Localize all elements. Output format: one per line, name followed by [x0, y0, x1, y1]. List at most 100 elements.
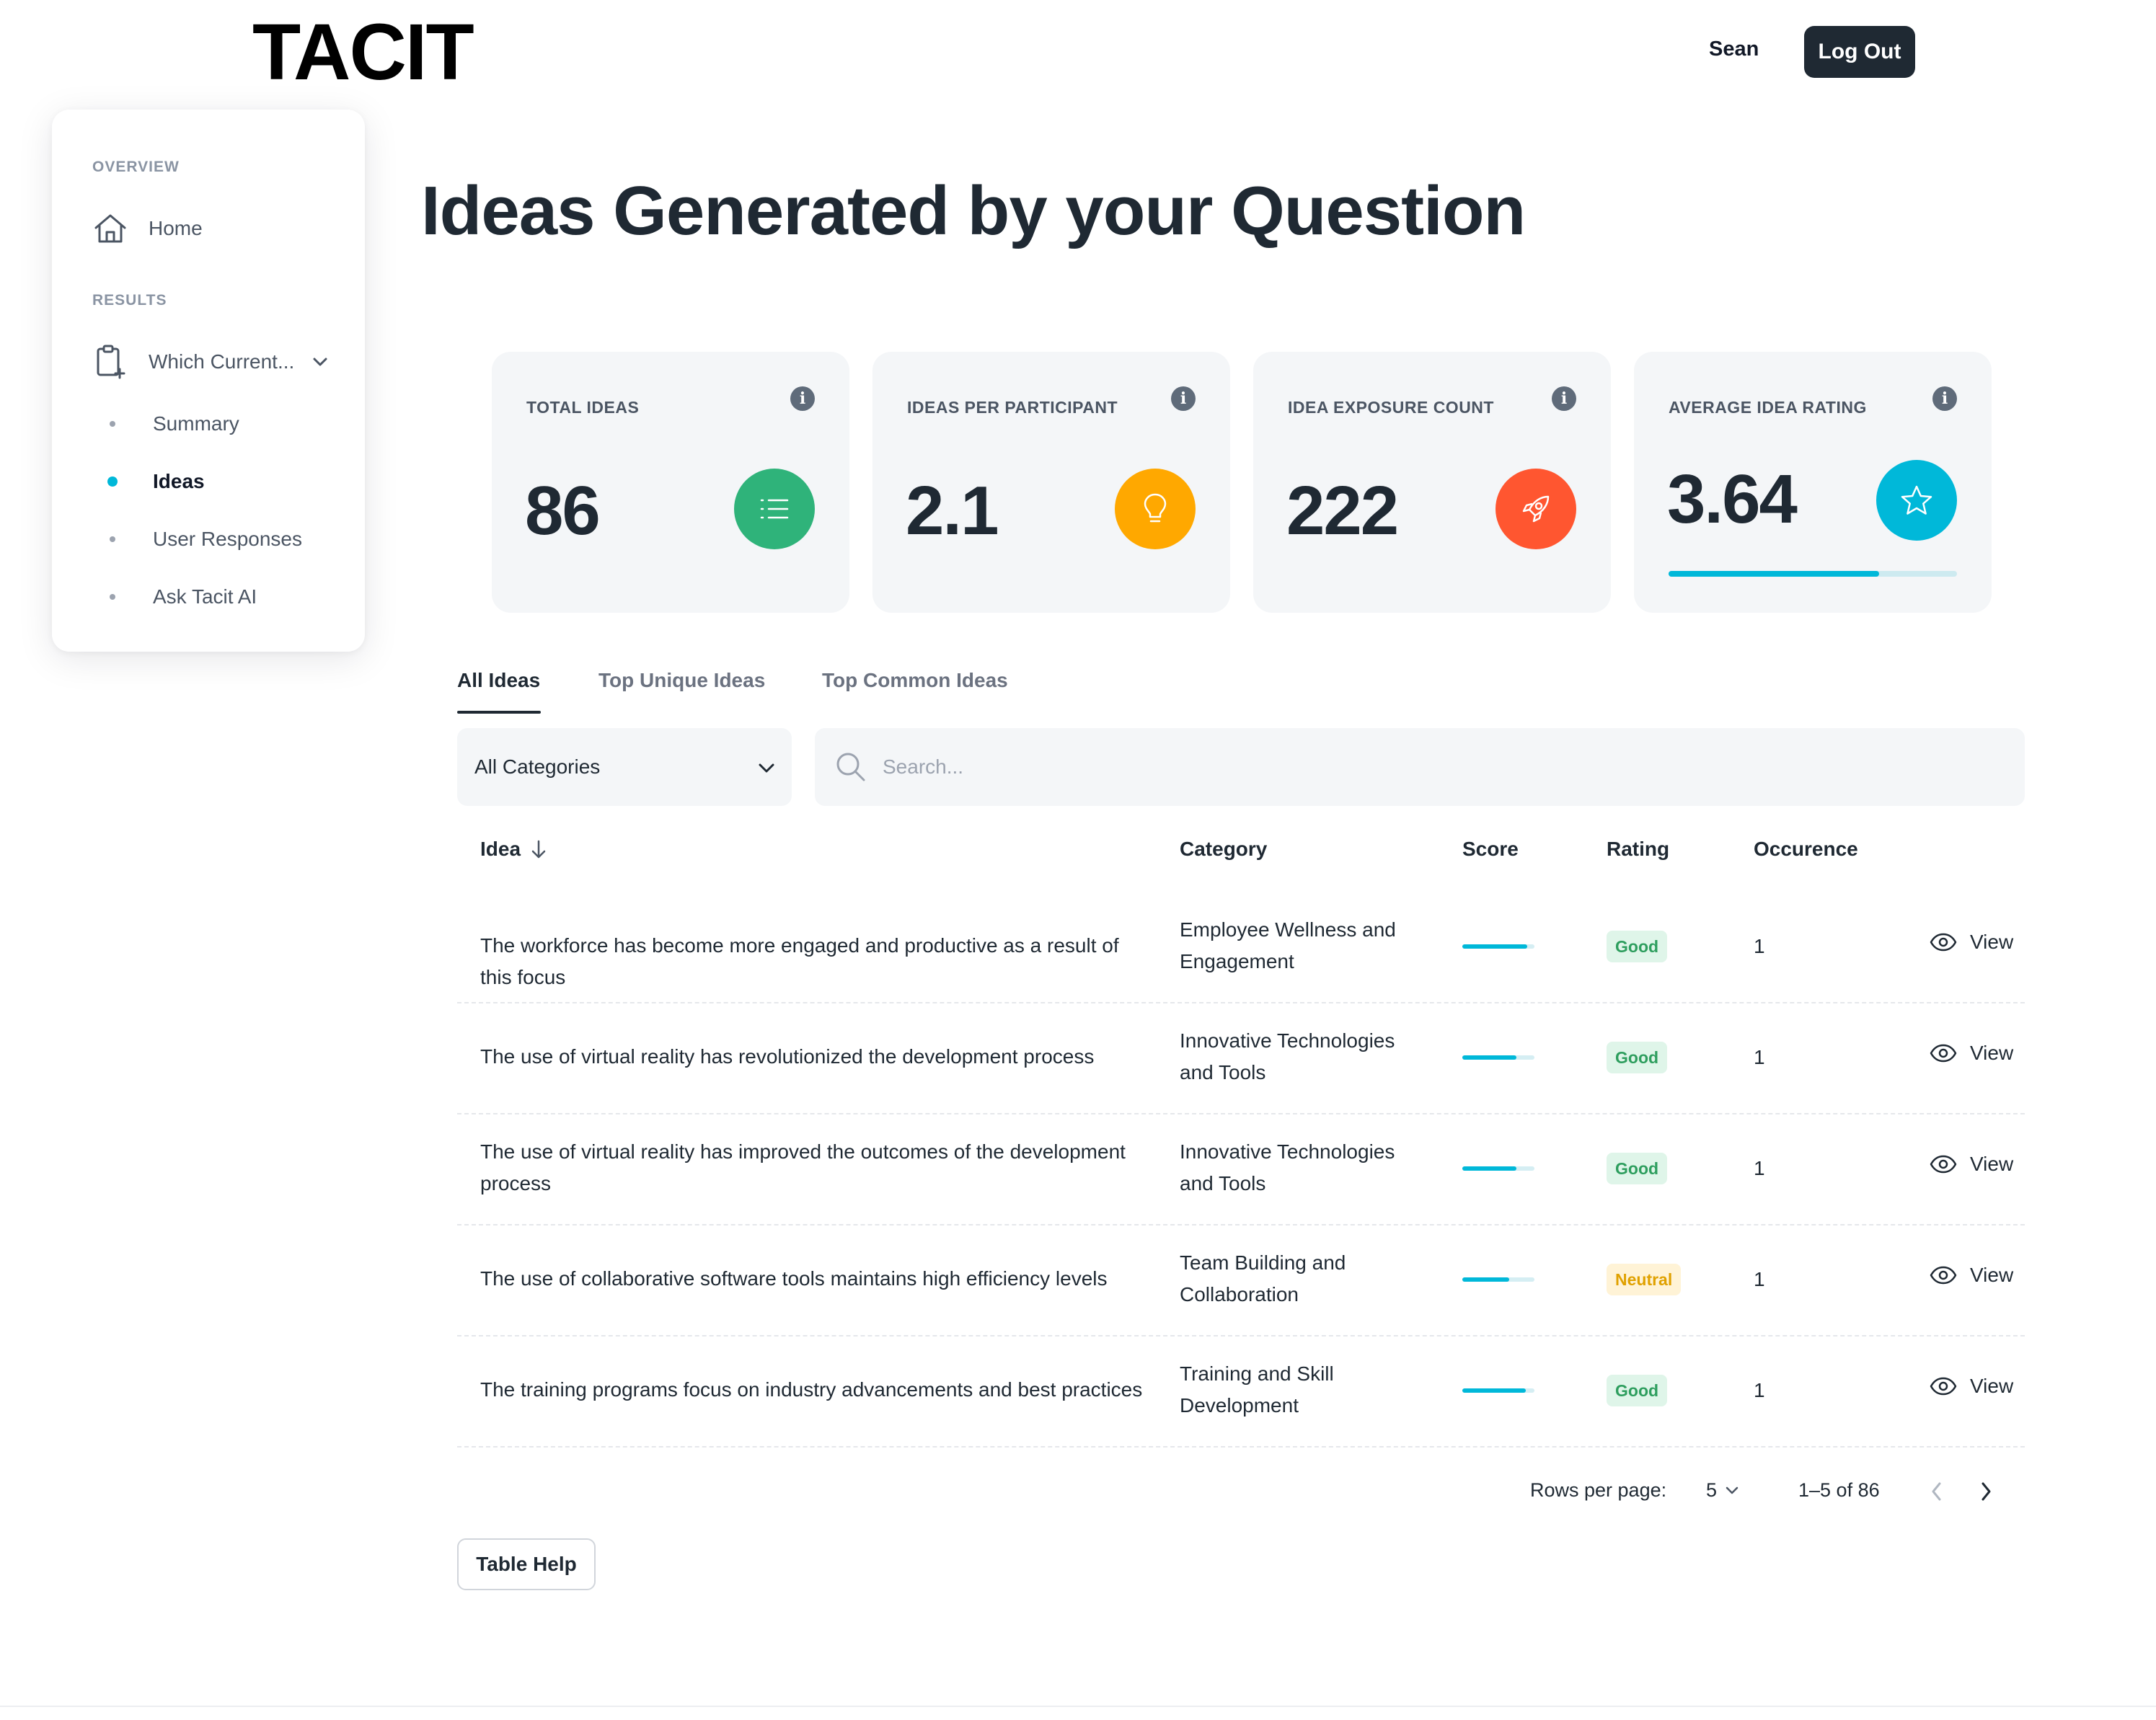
rating-badge: Neutral	[1607, 1264, 1682, 1295]
page-title: Ideas Generated by your Question	[421, 172, 1526, 249]
table-row: The training programs focus on industry …	[457, 1336, 2025, 1448]
info-icon[interactable]: i	[1552, 386, 1576, 411]
category-text: Innovative Technologies and Tools	[1180, 1029, 1395, 1083]
user-name: Sean	[1709, 37, 1759, 61]
tab-top-common-ideas[interactable]: Top Common Ideas	[822, 669, 1008, 692]
rating-progress-bar	[1669, 571, 1957, 577]
active-tab-indicator	[457, 711, 541, 714]
list-icon	[734, 469, 815, 549]
bullet-icon	[110, 421, 115, 427]
idea-text: The workforce has become more engaged an…	[480, 934, 1119, 988]
eye-icon	[1930, 1044, 1957, 1063]
sidebar-item-user-responses[interactable]: User Responses	[110, 528, 302, 551]
sidebar-item-label: Ask Tacit AI	[153, 585, 257, 608]
score-fill	[1462, 1388, 1526, 1393]
table-row: The use of collaborative software tools …	[457, 1225, 2025, 1336]
sidebar-item-label: Ideas	[153, 470, 205, 492]
occurrence-value: 1	[1754, 1046, 1765, 1068]
occurrence-value: 1	[1754, 1157, 1765, 1179]
chevron-down-icon	[1726, 1486, 1739, 1495]
rating-badge: Good	[1607, 1153, 1668, 1184]
view-button[interactable]: View	[1930, 1264, 2013, 1287]
score-bar	[1462, 1166, 1534, 1171]
search-bar[interactable]	[815, 728, 2025, 806]
view-label: View	[1970, 931, 2014, 953]
eye-icon	[1930, 933, 1957, 952]
rating-badge: Good	[1607, 1042, 1668, 1073]
score-bar	[1462, 1055, 1534, 1060]
stat-value: 86	[525, 472, 601, 549]
view-label: View	[1970, 1375, 2014, 1397]
category-select[interactable]: All Categories	[457, 728, 792, 806]
clipboard-icon	[92, 344, 128, 380]
stat-card-total-ideas: TOTAL IDEAS i 86	[492, 352, 849, 613]
table-row: The use of virtual reality has revolutio…	[457, 1003, 2025, 1114]
arrow-down-icon	[531, 839, 547, 859]
column-header-idea[interactable]: Idea	[480, 838, 547, 861]
view-label: View	[1970, 1042, 2014, 1064]
rows-per-page-label: Rows per page:	[1530, 1479, 1667, 1501]
chevron-left-icon	[1932, 1482, 1941, 1501]
table-help-button[interactable]: Table Help	[457, 1538, 596, 1590]
eye-icon	[1930, 1155, 1957, 1174]
sidebar-item-ask-tacit-ai[interactable]: Ask Tacit AI	[110, 585, 257, 608]
search-icon	[835, 751, 867, 783]
rocket-icon	[1495, 469, 1576, 549]
score-bar	[1462, 1277, 1534, 1282]
category-select-value: All Categories	[474, 755, 601, 778]
rows-per-page-select[interactable]: 5	[1706, 1479, 1739, 1502]
column-header-label: Idea	[480, 838, 521, 860]
stat-card-ideas-per-participant: IDEAS PER PARTICIPANT i 2.1	[872, 352, 1230, 613]
view-button[interactable]: View	[1930, 931, 2013, 954]
view-button[interactable]: View	[1930, 1375, 2013, 1398]
category-text: Team Building and Collaboration	[1180, 1251, 1346, 1305]
category-text: Training and Skill Development	[1180, 1362, 1334, 1417]
bullet-icon	[110, 594, 115, 600]
search-input[interactable]	[883, 755, 1964, 779]
sidebar-item-home[interactable]: Home	[92, 210, 203, 247]
prev-page-button[interactable]	[1930, 1481, 1944, 1502]
tab-top-unique-ideas[interactable]: Top Unique Ideas	[598, 669, 765, 692]
category-text: Innovative Technologies and Tools	[1180, 1140, 1395, 1194]
column-header-score[interactable]: Score	[1462, 838, 1519, 861]
category-text: Employee Wellness and Engagement	[1180, 918, 1396, 972]
footer-divider	[0, 1706, 2156, 1707]
lightbulb-icon	[1115, 469, 1196, 549]
info-icon[interactable]: i	[1171, 386, 1196, 411]
eye-icon	[1930, 1266, 1957, 1285]
column-header-occurence[interactable]: Occurence	[1754, 838, 1858, 861]
results-heading: RESULTS	[92, 292, 167, 309]
chevron-right-icon	[1982, 1482, 1991, 1501]
view-button[interactable]: View	[1930, 1042, 2013, 1065]
next-page-button[interactable]	[1979, 1481, 1993, 1502]
idea-text: The use of virtual reality has improved …	[480, 1140, 1126, 1194]
rows-per-page-value: 5	[1706, 1479, 1718, 1501]
bullet-icon	[107, 476, 118, 487]
score-fill	[1462, 1055, 1516, 1060]
sidebar-item-ideas[interactable]: Ideas	[107, 470, 205, 493]
view-label: View	[1970, 1153, 2014, 1175]
table-row: The use of virtual reality has improved …	[457, 1114, 2025, 1225]
sidebar-item-summary[interactable]: Summary	[110, 412, 239, 435]
rating-progress-fill	[1669, 571, 1879, 577]
info-icon[interactable]: i	[1932, 386, 1957, 411]
stat-label: IDEAS PER PARTICIPANT	[907, 398, 1118, 417]
tab-all-ideas[interactable]: All Ideas	[457, 669, 540, 692]
sidebar-item-label: Summary	[153, 412, 239, 435]
score-bar	[1462, 1388, 1534, 1393]
score-bar	[1462, 944, 1534, 949]
info-icon[interactable]: i	[790, 386, 815, 411]
column-header-category[interactable]: Category	[1180, 838, 1267, 861]
sidebar-item-label: User Responses	[153, 528, 302, 550]
sidebar-item-question[interactable]: Which Current...	[92, 344, 327, 380]
logout-button[interactable]: Log Out	[1804, 26, 1915, 78]
stat-label: IDEA EXPOSURE COUNT	[1288, 398, 1494, 417]
column-header-rating[interactable]: Rating	[1607, 838, 1669, 861]
idea-text: The training programs focus on industry …	[480, 1378, 1143, 1401]
stat-label: AVERAGE IDEA RATING	[1669, 398, 1867, 417]
view-button[interactable]: View	[1930, 1153, 2013, 1176]
app-logo[interactable]: TACIT	[252, 9, 474, 96]
view-label: View	[1970, 1264, 2014, 1286]
idea-text: The use of virtual reality has revolutio…	[480, 1045, 1095, 1068]
sidebar-item-label: Home	[149, 217, 203, 239]
